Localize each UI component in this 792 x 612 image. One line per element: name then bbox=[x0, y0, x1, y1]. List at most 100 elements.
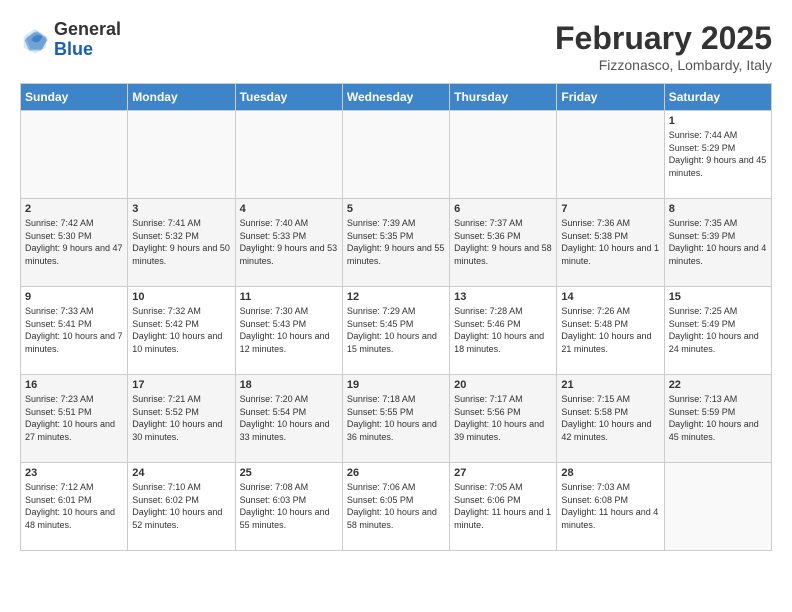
day-info: Sunrise: 7:29 AM Sunset: 5:45 PM Dayligh… bbox=[347, 305, 445, 355]
day-number: 6 bbox=[454, 203, 552, 215]
day-number: 21 bbox=[561, 379, 659, 391]
col-header-saturday: Saturday bbox=[664, 84, 771, 111]
col-header-thursday: Thursday bbox=[450, 84, 557, 111]
day-number: 16 bbox=[25, 379, 123, 391]
day-number: 19 bbox=[347, 379, 445, 391]
day-info: Sunrise: 7:41 AM Sunset: 5:32 PM Dayligh… bbox=[132, 217, 230, 267]
day-info: Sunrise: 7:33 AM Sunset: 5:41 PM Dayligh… bbox=[25, 305, 123, 355]
day-cell: 5 Sunrise: 7:39 AM Sunset: 5:35 PM Daylig… bbox=[342, 199, 449, 287]
day-cell bbox=[557, 111, 664, 199]
day-number: 3 bbox=[132, 203, 230, 215]
day-cell: 22 Sunrise: 7:13 AM Sunset: 5:59 PM Dayli… bbox=[664, 375, 771, 463]
day-number: 20 bbox=[454, 379, 552, 391]
day-number: 15 bbox=[669, 291, 767, 303]
logo-general: General bbox=[54, 20, 121, 40]
logo: General Blue bbox=[20, 20, 121, 60]
day-cell: 24 Sunrise: 7:10 AM Sunset: 6:02 PM Dayli… bbox=[128, 463, 235, 551]
day-number: 27 bbox=[454, 467, 552, 479]
day-cell: 3 Sunrise: 7:41 AM Sunset: 5:32 PM Daylig… bbox=[128, 199, 235, 287]
day-number: 1 bbox=[669, 115, 767, 127]
location: Fizzonasco, Lombardy, Italy bbox=[555, 57, 772, 73]
day-info: Sunrise: 7:03 AM Sunset: 6:08 PM Dayligh… bbox=[561, 481, 659, 531]
day-info: Sunrise: 7:15 AM Sunset: 5:58 PM Dayligh… bbox=[561, 393, 659, 443]
day-number: 2 bbox=[25, 203, 123, 215]
day-number: 17 bbox=[132, 379, 230, 391]
day-info: Sunrise: 7:42 AM Sunset: 5:30 PM Dayligh… bbox=[25, 217, 123, 267]
day-info: Sunrise: 7:08 AM Sunset: 6:03 PM Dayligh… bbox=[240, 481, 338, 531]
day-info: Sunrise: 7:06 AM Sunset: 6:05 PM Dayligh… bbox=[347, 481, 445, 531]
day-number: 5 bbox=[347, 203, 445, 215]
day-number: 9 bbox=[25, 291, 123, 303]
day-info: Sunrise: 7:40 AM Sunset: 5:33 PM Dayligh… bbox=[240, 217, 338, 267]
day-number: 8 bbox=[669, 203, 767, 215]
col-header-sunday: Sunday bbox=[21, 84, 128, 111]
day-number: 13 bbox=[454, 291, 552, 303]
day-number: 7 bbox=[561, 203, 659, 215]
day-cell: 7 Sunrise: 7:36 AM Sunset: 5:38 PM Daylig… bbox=[557, 199, 664, 287]
calendar-table: SundayMondayTuesdayWednesdayThursdayFrid… bbox=[20, 83, 772, 551]
day-number: 4 bbox=[240, 203, 338, 215]
day-number: 18 bbox=[240, 379, 338, 391]
day-cell bbox=[21, 111, 128, 199]
col-header-monday: Monday bbox=[128, 84, 235, 111]
day-info: Sunrise: 7:10 AM Sunset: 6:02 PM Dayligh… bbox=[132, 481, 230, 531]
day-number: 24 bbox=[132, 467, 230, 479]
day-cell bbox=[128, 111, 235, 199]
day-cell bbox=[342, 111, 449, 199]
day-cell: 15 Sunrise: 7:25 AM Sunset: 5:49 PM Dayli… bbox=[664, 287, 771, 375]
day-number: 26 bbox=[347, 467, 445, 479]
day-cell: 11 Sunrise: 7:30 AM Sunset: 5:43 PM Dayli… bbox=[235, 287, 342, 375]
day-cell: 10 Sunrise: 7:32 AM Sunset: 5:42 PM Dayli… bbox=[128, 287, 235, 375]
day-info: Sunrise: 7:26 AM Sunset: 5:48 PM Dayligh… bbox=[561, 305, 659, 355]
day-info: Sunrise: 7:36 AM Sunset: 5:38 PM Dayligh… bbox=[561, 217, 659, 267]
day-info: Sunrise: 7:18 AM Sunset: 5:55 PM Dayligh… bbox=[347, 393, 445, 443]
day-info: Sunrise: 7:32 AM Sunset: 5:42 PM Dayligh… bbox=[132, 305, 230, 355]
day-info: Sunrise: 7:35 AM Sunset: 5:39 PM Dayligh… bbox=[669, 217, 767, 267]
day-info: Sunrise: 7:28 AM Sunset: 5:46 PM Dayligh… bbox=[454, 305, 552, 355]
week-row-0: 1Sunrise: 7:44 AM Sunset: 5:29 PM Daylig… bbox=[21, 111, 772, 199]
col-header-wednesday: Wednesday bbox=[342, 84, 449, 111]
day-number: 25 bbox=[240, 467, 338, 479]
day-number: 23 bbox=[25, 467, 123, 479]
day-number: 11 bbox=[240, 291, 338, 303]
day-cell bbox=[664, 463, 771, 551]
day-cell: 6 Sunrise: 7:37 AM Sunset: 5:36 PM Daylig… bbox=[450, 199, 557, 287]
day-cell: 23Sunrise: 7:12 AM Sunset: 6:01 PM Dayli… bbox=[21, 463, 128, 551]
day-info: Sunrise: 7:39 AM Sunset: 5:35 PM Dayligh… bbox=[347, 217, 445, 267]
day-cell: 1Sunrise: 7:44 AM Sunset: 5:29 PM Daylig… bbox=[664, 111, 771, 199]
day-cell: 21 Sunrise: 7:15 AM Sunset: 5:58 PM Dayli… bbox=[557, 375, 664, 463]
day-info: Sunrise: 7:30 AM Sunset: 5:43 PM Dayligh… bbox=[240, 305, 338, 355]
day-info: Sunrise: 7:23 AM Sunset: 5:51 PM Dayligh… bbox=[25, 393, 123, 443]
logo-icon bbox=[20, 25, 50, 55]
day-number: 22 bbox=[669, 379, 767, 391]
week-row-4: 23Sunrise: 7:12 AM Sunset: 6:01 PM Dayli… bbox=[21, 463, 772, 551]
day-info: Sunrise: 7:17 AM Sunset: 5:56 PM Dayligh… bbox=[454, 393, 552, 443]
day-info: Sunrise: 7:20 AM Sunset: 5:54 PM Dayligh… bbox=[240, 393, 338, 443]
day-info: Sunrise: 7:13 AM Sunset: 5:59 PM Dayligh… bbox=[669, 393, 767, 443]
day-cell: 2 Sunrise: 7:42 AM Sunset: 5:30 PM Daylig… bbox=[21, 199, 128, 287]
day-cell: 18 Sunrise: 7:20 AM Sunset: 5:54 PM Dayli… bbox=[235, 375, 342, 463]
day-info: Sunrise: 7:21 AM Sunset: 5:52 PM Dayligh… bbox=[132, 393, 230, 443]
day-cell: 20 Sunrise: 7:17 AM Sunset: 5:56 PM Dayli… bbox=[450, 375, 557, 463]
day-cell: 26 Sunrise: 7:06 AM Sunset: 6:05 PM Dayli… bbox=[342, 463, 449, 551]
day-cell: 12Sunrise: 7:29 AM Sunset: 5:45 PM Dayli… bbox=[342, 287, 449, 375]
day-cell bbox=[450, 111, 557, 199]
day-cell: 9 Sunrise: 7:33 AM Sunset: 5:41 PM Daylig… bbox=[21, 287, 128, 375]
day-cell: 4 Sunrise: 7:40 AM Sunset: 5:33 PM Daylig… bbox=[235, 199, 342, 287]
day-info: Sunrise: 7:37 AM Sunset: 5:36 PM Dayligh… bbox=[454, 217, 552, 267]
day-number: 10 bbox=[132, 291, 230, 303]
day-cell: 13 Sunrise: 7:28 AM Sunset: 5:46 PM Dayli… bbox=[450, 287, 557, 375]
day-cell bbox=[235, 111, 342, 199]
logo-text: General Blue bbox=[54, 20, 121, 60]
header-row: SundayMondayTuesdayWednesdayThursdayFrid… bbox=[21, 84, 772, 111]
day-cell: 8 Sunrise: 7:35 AM Sunset: 5:39 PM Daylig… bbox=[664, 199, 771, 287]
day-cell: 27Sunrise: 7:05 AM Sunset: 6:06 PM Dayli… bbox=[450, 463, 557, 551]
col-header-friday: Friday bbox=[557, 84, 664, 111]
day-cell: 25 Sunrise: 7:08 AM Sunset: 6:03 PM Dayli… bbox=[235, 463, 342, 551]
logo-blue: Blue bbox=[54, 40, 121, 60]
day-info: Sunrise: 7:25 AM Sunset: 5:49 PM Dayligh… bbox=[669, 305, 767, 355]
week-row-2: 9 Sunrise: 7:33 AM Sunset: 5:41 PM Daylig… bbox=[21, 287, 772, 375]
col-header-tuesday: Tuesday bbox=[235, 84, 342, 111]
day-cell: 28Sunrise: 7:03 AM Sunset: 6:08 PM Dayli… bbox=[557, 463, 664, 551]
day-cell: 19 Sunrise: 7:18 AM Sunset: 5:55 PM Dayli… bbox=[342, 375, 449, 463]
